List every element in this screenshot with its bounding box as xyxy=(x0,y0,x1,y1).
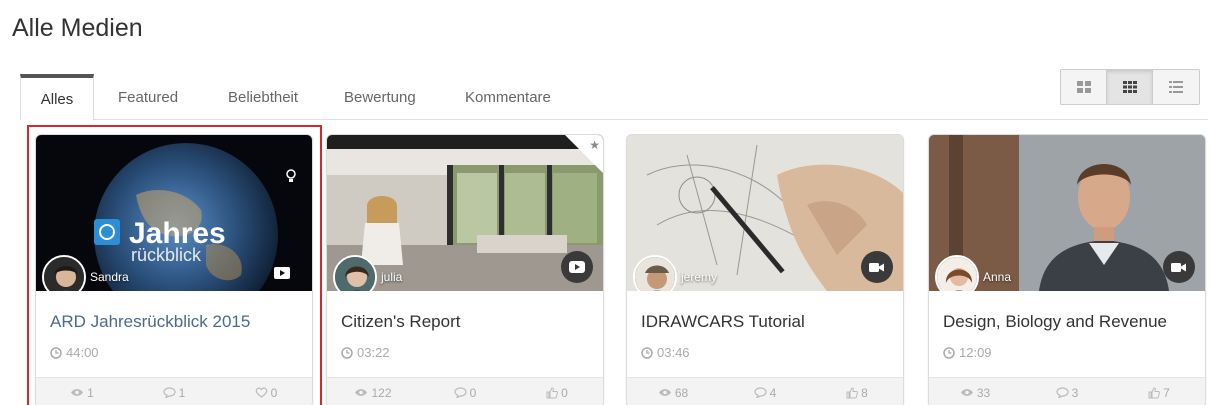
comment-icon xyxy=(454,387,467,398)
media-thumbnail[interactable]: jeremy xyxy=(627,135,903,291)
eye-icon xyxy=(355,389,368,396)
list-icon xyxy=(1169,81,1183,93)
media-thumbnail[interactable]: Anna xyxy=(929,135,1205,291)
thumbs-up-icon xyxy=(1148,386,1161,398)
comments-stat: 0 xyxy=(419,386,511,400)
star-icon: ★ xyxy=(589,138,600,152)
media-card[interactable]: jeremy IDRAWCARS Tutorial 03:46 68 4 8 xyxy=(626,134,904,405)
media-title[interactable]: Design, Biology and Revenue xyxy=(943,312,1167,332)
tab-bewertung[interactable]: Bewertung xyxy=(332,74,428,120)
video-camera-icon xyxy=(861,251,893,283)
selection-highlight xyxy=(27,125,322,405)
media-card[interactable]: Anna Design, Biology and Revenue 12:09 3… xyxy=(928,134,1206,405)
media-stats: 33 3 7 xyxy=(929,377,1205,405)
duration-value: 03:22 xyxy=(357,345,390,360)
video-play-icon xyxy=(561,251,593,283)
clock-icon xyxy=(641,346,653,359)
grid-small-view-button[interactable] xyxy=(1107,70,1153,104)
page-title: Alle Medien xyxy=(12,14,143,42)
duration-value: 03:46 xyxy=(657,345,690,360)
media-thumbnail[interactable]: ★ julia xyxy=(327,135,603,291)
grid-small-icon xyxy=(1122,81,1137,93)
comment-icon xyxy=(754,387,767,398)
grid-large-view-button[interactable] xyxy=(1061,70,1107,104)
media-duration: 12:09 xyxy=(943,345,992,360)
comment-icon xyxy=(1056,387,1069,398)
view-toggle xyxy=(1060,69,1200,105)
grid-large-icon xyxy=(1076,81,1091,93)
media-duration: 03:46 xyxy=(641,345,690,360)
list-view-button[interactable] xyxy=(1153,70,1199,104)
avatar[interactable] xyxy=(333,255,377,291)
avatar[interactable] xyxy=(935,255,979,291)
eye-icon xyxy=(658,389,671,396)
owner-name[interactable]: jeremy xyxy=(681,270,717,284)
eye-icon xyxy=(960,389,973,396)
media-duration: 03:22 xyxy=(341,345,390,360)
views-stat: 68 xyxy=(627,386,719,400)
owner-name[interactable]: Anna xyxy=(983,270,1011,284)
clock-icon xyxy=(943,346,955,359)
tab-kommentare[interactable]: Kommentare xyxy=(453,74,563,120)
filter-tabs: Alles Featured Beliebtheit Bewertung Kom… xyxy=(20,64,1208,121)
likes-stat[interactable]: 7 xyxy=(1113,386,1205,400)
media-title[interactable]: Citizen's Report xyxy=(341,312,460,332)
tab-alles[interactable]: Alles xyxy=(20,74,94,121)
duration-value: 12:09 xyxy=(959,345,992,360)
thumbs-up-icon xyxy=(546,386,559,398)
comments-stat: 3 xyxy=(1021,386,1113,400)
media-title[interactable]: IDRAWCARS Tutorial xyxy=(641,312,805,332)
avatar[interactable] xyxy=(633,255,677,291)
media-stats: 68 4 8 xyxy=(627,377,903,405)
views-stat: 33 xyxy=(929,386,1021,400)
views-stat: 122 xyxy=(327,386,419,400)
likes-stat[interactable]: 0 xyxy=(511,386,603,400)
clock-icon xyxy=(341,346,353,359)
media-stats: 122 0 0 xyxy=(327,377,603,405)
video-camera-icon xyxy=(1163,251,1195,283)
comments-stat: 4 xyxy=(719,386,811,400)
likes-stat[interactable]: 8 xyxy=(811,386,903,400)
thumbs-up-icon xyxy=(846,386,859,398)
tab-beliebtheit[interactable]: Beliebtheit xyxy=(216,74,310,120)
media-card[interactable]: ★ julia Citizen's Report 03:22 122 0 0 xyxy=(326,134,604,405)
owner-name[interactable]: julia xyxy=(381,270,402,284)
tab-featured[interactable]: Featured xyxy=(106,74,190,120)
